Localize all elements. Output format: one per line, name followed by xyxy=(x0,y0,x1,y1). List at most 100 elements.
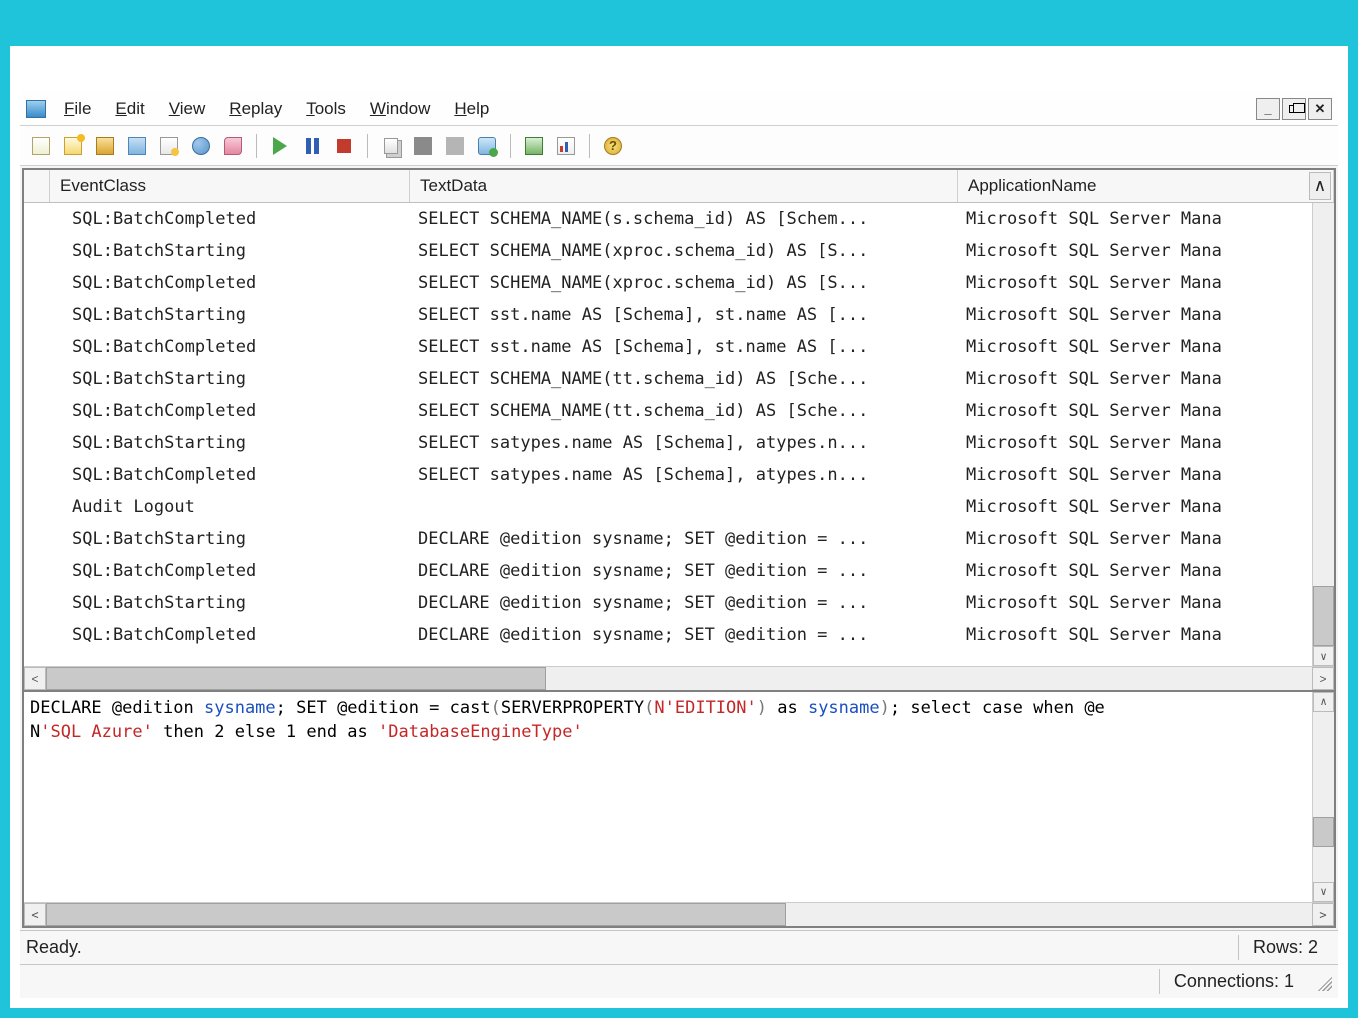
status-ready: Ready. xyxy=(26,937,82,958)
table-row[interactable]: SQL:BatchCompletedDECLARE @edition sysna… xyxy=(24,619,1334,651)
menu-view-label: iew xyxy=(180,99,206,118)
cell-eventclass: SQL:BatchCompleted xyxy=(50,401,410,421)
table-row[interactable]: SQL:BatchStartingSELECT SCHEMA_NAME(xpro… xyxy=(24,235,1334,267)
table-row[interactable]: SQL:BatchCompletedSELECT satypes.name AS… xyxy=(24,459,1334,491)
mdi-close-button[interactable]: ✕ xyxy=(1308,98,1332,120)
cell-eventclass: SQL:BatchCompleted xyxy=(50,561,410,581)
cell-eventclass: SQL:BatchStarting xyxy=(50,593,410,613)
menu-help[interactable]: Help xyxy=(444,95,503,123)
cell-applicationname: Microsoft SQL Server Mana xyxy=(958,241,1334,261)
grid-header: EventClass TextData ApplicationName ∧ xyxy=(24,170,1334,203)
cell-textdata: DECLARE @edition sysname; SET @edition =… xyxy=(410,625,958,645)
menu-replay[interactable]: Replay xyxy=(219,95,296,123)
col-header-applicationname-label: ApplicationName xyxy=(968,176,1097,195)
menu-edit[interactable]: Edit xyxy=(105,95,158,123)
properties-button[interactable] xyxy=(156,133,182,159)
vertical-scrollbar[interactable]: ∨ xyxy=(1312,203,1334,666)
table-row[interactable]: SQL:BatchCompletedSELECT sst.name AS [Sc… xyxy=(24,331,1334,363)
table-row[interactable]: Audit Logout Microsoft SQL Server Mana xyxy=(24,491,1334,523)
export-excel-button[interactable] xyxy=(521,133,547,159)
detail-vertical-scrollbar[interactable]: ∧ ∨ xyxy=(1312,692,1334,902)
new-trace-button[interactable] xyxy=(28,133,54,159)
detail-hscroll-right[interactable]: > xyxy=(1312,903,1334,926)
cell-textdata: SELECT SCHEMA_NAME(xproc.schema_id) AS [… xyxy=(410,273,958,293)
cell-textdata: DECLARE @edition sysname; SET @edition =… xyxy=(410,593,958,613)
menu-file[interactable]: File xyxy=(54,95,105,123)
mdi-restore-button[interactable] xyxy=(1282,98,1306,120)
play-icon xyxy=(273,137,287,155)
find-button[interactable] xyxy=(188,133,214,159)
hscroll-right-button[interactable]: > xyxy=(1312,667,1334,690)
cell-applicationname: Microsoft SQL Server Mana xyxy=(958,273,1334,293)
mdi-app-icon xyxy=(26,100,46,118)
hscroll-left-button[interactable]: < xyxy=(24,667,46,690)
vscroll-up-button[interactable]: ∧ xyxy=(1309,172,1331,200)
cell-applicationname: Microsoft SQL Server Mana xyxy=(958,305,1334,325)
cell-eventclass: SQL:BatchStarting xyxy=(50,529,410,549)
table-row[interactable]: SQL:BatchCompletedSELECT SCHEMA_NAME(xpr… xyxy=(24,267,1334,299)
menu-file-label: ile xyxy=(74,99,91,118)
cell-textdata: SELECT sst.name AS [Schema], st.name AS … xyxy=(410,337,958,357)
row-header-corner[interactable] xyxy=(24,170,50,202)
cell-applicationname: Microsoft SQL Server Mana xyxy=(958,529,1334,549)
status-rows: Rows: 2 xyxy=(1238,935,1332,960)
show-plan-button[interactable] xyxy=(553,133,579,159)
mdi-minimize-button[interactable]: _ xyxy=(1256,98,1280,120)
stop-trace-button[interactable] xyxy=(331,133,357,159)
detail-sql-text[interactable]: DECLARE @edition sysname; SET @edition =… xyxy=(24,692,1334,902)
cell-textdata: SELECT SCHEMA_NAME(xproc.schema_id) AS [… xyxy=(410,241,958,261)
status-bar-1: Ready. Rows: 2 xyxy=(20,930,1338,964)
col-header-applicationname[interactable]: ApplicationName ∧ xyxy=(958,170,1334,202)
cell-eventclass: Audit Logout xyxy=(50,497,410,517)
toolbar-separator xyxy=(367,134,368,158)
cell-eventclass: SQL:BatchCompleted xyxy=(50,465,410,485)
new-template-button[interactable] xyxy=(60,133,86,159)
stop-icon xyxy=(337,139,351,153)
open-button[interactable] xyxy=(92,133,118,159)
menu-view[interactable]: View xyxy=(159,95,220,123)
toggle-grid-button[interactable] xyxy=(410,133,436,159)
run-trace-button[interactable] xyxy=(267,133,293,159)
table-row[interactable]: SQL:BatchCompletedSELECT SCHEMA_NAME(tt.… xyxy=(24,395,1334,427)
detail-hscroll-left[interactable]: < xyxy=(24,903,46,926)
col-header-eventclass[interactable]: EventClass xyxy=(50,170,410,202)
cell-applicationname: Microsoft SQL Server Mana xyxy=(958,497,1334,517)
menu-tools-label: ools xyxy=(315,99,346,118)
clear-button[interactable] xyxy=(220,133,246,159)
pause-icon xyxy=(306,138,319,154)
col-header-textdata[interactable]: TextData xyxy=(410,170,958,202)
toolbar-separator xyxy=(589,134,590,158)
cell-applicationname: Microsoft SQL Server Mana xyxy=(958,401,1334,421)
cell-eventclass: SQL:BatchCompleted xyxy=(50,625,410,645)
menu-help-label: elp xyxy=(467,99,490,118)
grid-body[interactable]: SQL:BatchCompleted SELECT SCHEMA_NAME(s.s… xyxy=(24,203,1334,666)
cell-textdata: SELECT satypes.name AS [Schema], atypes.… xyxy=(410,433,958,453)
cell-eventclass: SQL:BatchStarting xyxy=(50,369,410,389)
menu-window[interactable]: Window xyxy=(360,95,444,123)
vscroll-down-button[interactable]: ∨ xyxy=(1313,646,1334,666)
resize-grip[interactable] xyxy=(1314,973,1332,991)
database-button[interactable] xyxy=(474,133,500,159)
detail-horizontal-scrollbar[interactable]: < > xyxy=(24,902,1334,926)
save-button[interactable] xyxy=(124,133,150,159)
table-row[interactable]: SQL:BatchCompletedSELECT SCHEMA_NAME(s.s… xyxy=(24,203,1334,235)
toolbar: ? xyxy=(20,126,1338,166)
help-button[interactable]: ? xyxy=(600,133,626,159)
cell-eventclass: SQL:BatchCompleted xyxy=(50,273,410,293)
table-row[interactable]: SQL:BatchStartingSELECT sst.name AS [Sch… xyxy=(24,299,1334,331)
cell-textdata: SELECT SCHEMA_NAME(tt.schema_id) AS [Sch… xyxy=(410,401,958,421)
table-row[interactable]: SQL:BatchStartingDECLARE @edition sysnam… xyxy=(24,523,1334,555)
table-row[interactable]: SQL:BatchStartingSELECT satypes.name AS … xyxy=(24,427,1334,459)
menu-tools[interactable]: Tools xyxy=(296,95,360,123)
cell-textdata: DECLARE @edition sysname; SET @edition =… xyxy=(410,529,958,549)
aggregate-button[interactable] xyxy=(442,133,468,159)
table-row[interactable]: SQL:BatchStartingDECLARE @edition sysnam… xyxy=(24,587,1334,619)
copy-button[interactable] xyxy=(378,133,404,159)
grid-horizontal-scrollbar[interactable]: < > xyxy=(24,666,1334,690)
pause-trace-button[interactable] xyxy=(299,133,325,159)
detail-vscroll-up[interactable]: ∧ xyxy=(1313,692,1334,712)
detail-vscroll-down[interactable]: ∨ xyxy=(1313,882,1334,902)
table-row[interactable]: SQL:BatchStartingSELECT SCHEMA_NAME(tt.s… xyxy=(24,363,1334,395)
cell-textdata: SELECT SCHEMA_NAME(s.schema_id) AS [Sche… xyxy=(410,209,958,229)
table-row[interactable]: SQL:BatchCompletedDECLARE @edition sysna… xyxy=(24,555,1334,587)
